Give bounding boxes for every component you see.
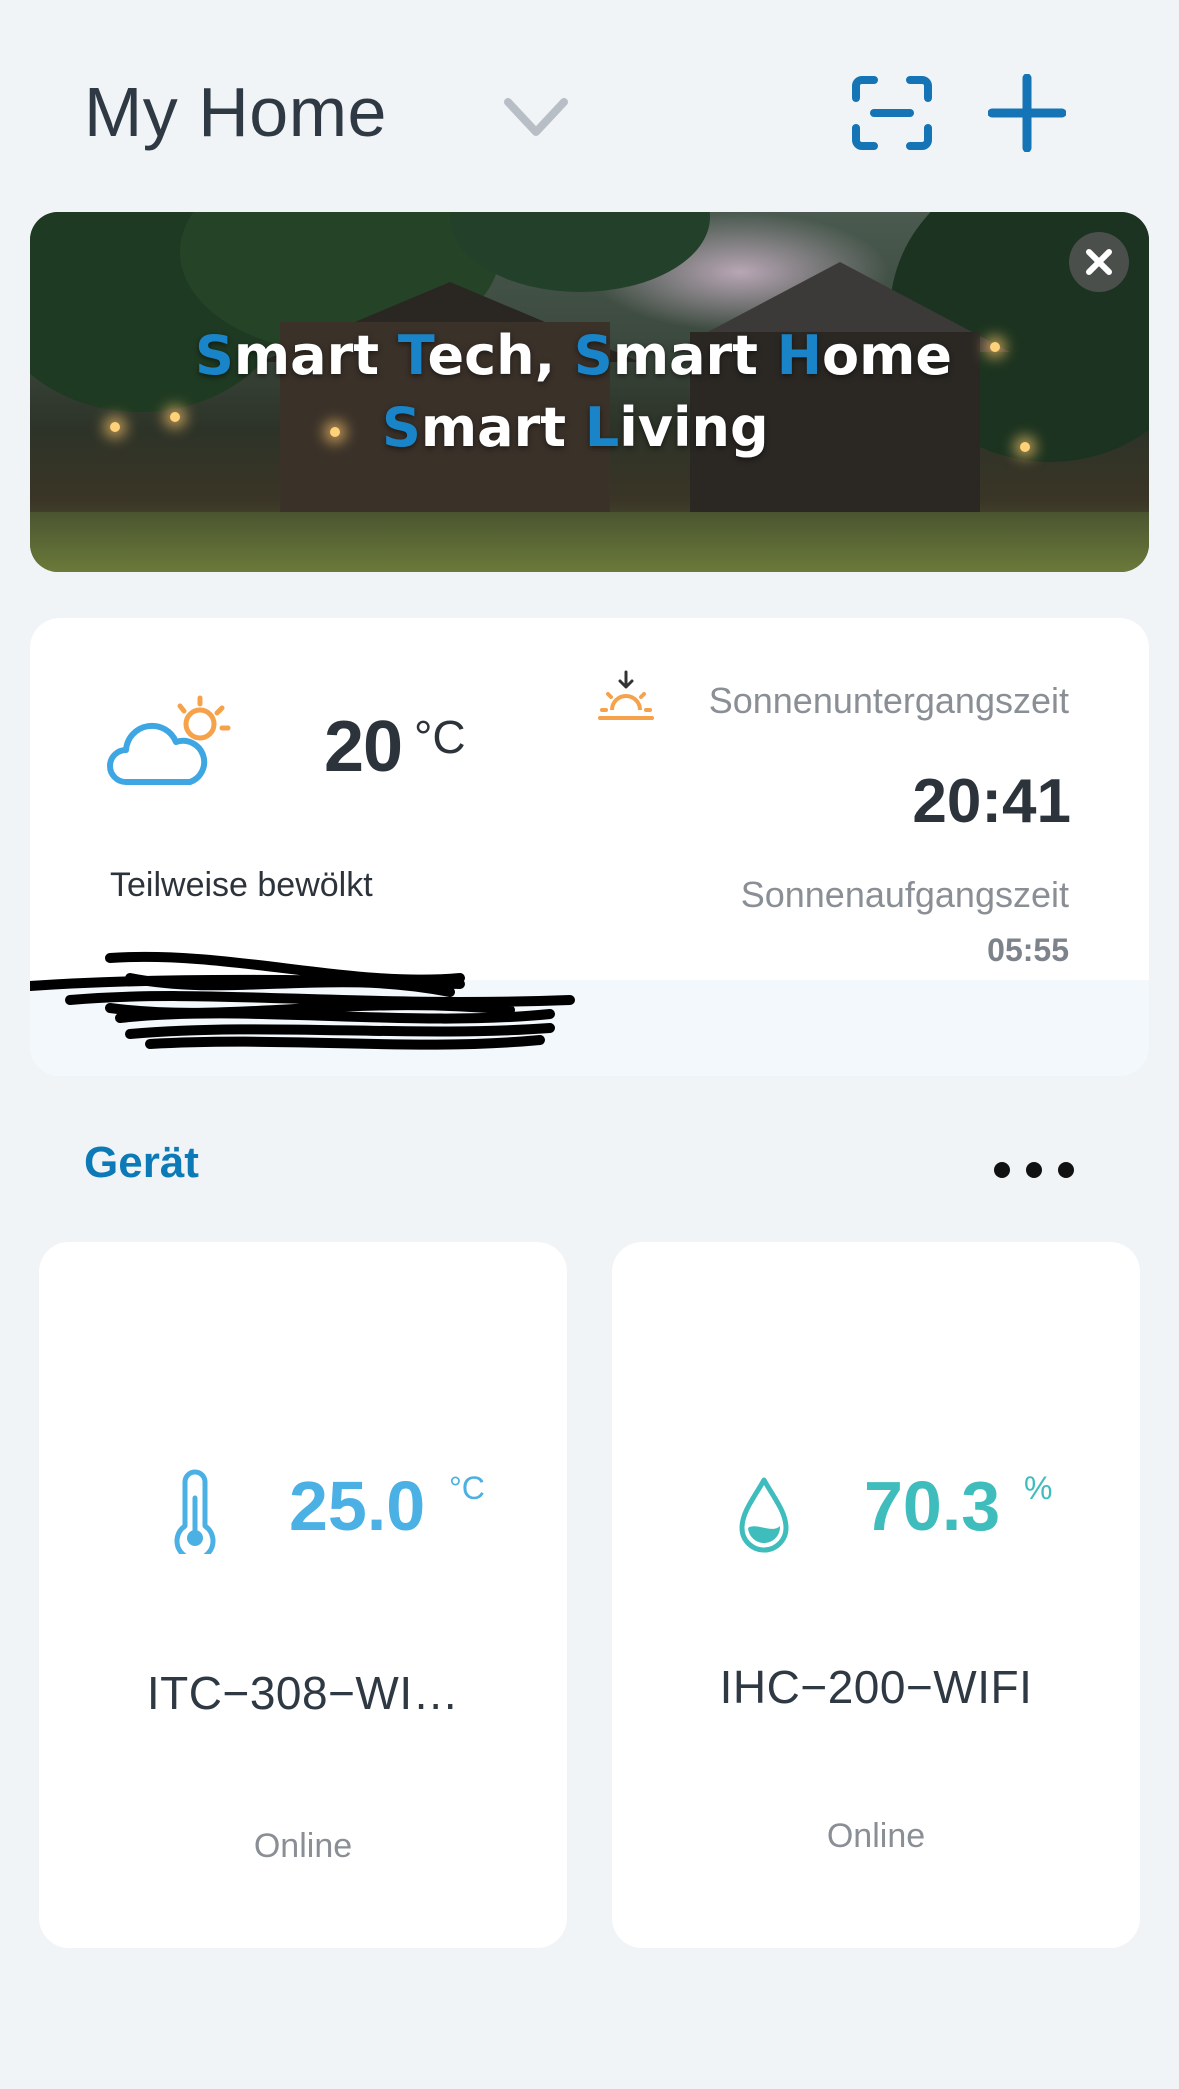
scan-icon[interactable] bbox=[852, 76, 932, 150]
banner-line-2: Smart Living bbox=[382, 392, 769, 464]
device-unit: °C bbox=[449, 1470, 485, 1506]
plus-icon[interactable] bbox=[988, 74, 1066, 152]
chevron-down-icon[interactable] bbox=[500, 92, 572, 144]
water-drop-icon bbox=[739, 1477, 789, 1553]
redacted-location-scribble bbox=[30, 951, 575, 1050]
weather-unit: °C bbox=[414, 711, 466, 763]
slogan-letter: T bbox=[397, 324, 428, 387]
device-value: 25.0 bbox=[289, 1467, 426, 1545]
thermometer-icon bbox=[174, 1469, 216, 1554]
dot bbox=[1026, 1162, 1042, 1178]
device-card[interactable]: 70.3 % IHC−200−WIFI Online bbox=[612, 1242, 1140, 1948]
slogan-text: ech, bbox=[427, 324, 574, 387]
device-value: 70.3 bbox=[864, 1467, 1001, 1545]
more-dots-icon[interactable] bbox=[990, 1158, 1080, 1182]
device-name: ITC−308−WI… bbox=[146, 1667, 460, 1719]
dot bbox=[994, 1162, 1010, 1178]
slogan-letter: L bbox=[584, 396, 620, 459]
slogan-text: iving bbox=[619, 396, 769, 459]
slogan-text: ome bbox=[821, 324, 952, 387]
promo-banner[interactable]: Smart Tech, Smart Home Smart Living bbox=[30, 212, 1149, 572]
weather-condition: Teilweise bewölkt bbox=[110, 866, 373, 904]
sunrise-label: Sonnenaufgangszeit bbox=[740, 874, 1069, 915]
device-unit: % bbox=[1024, 1470, 1053, 1506]
banner-light bbox=[990, 342, 1000, 352]
banner-light bbox=[170, 412, 180, 422]
weather-temperature: 20 bbox=[324, 707, 403, 787]
banner-line-1: Smart Tech, Smart Home bbox=[195, 320, 952, 392]
banner-light bbox=[110, 422, 120, 432]
sunset-icon bbox=[598, 670, 654, 720]
weather-card[interactable]: 20 °C Teilweise bewölkt Sonnenuntergangs… bbox=[30, 618, 1149, 1076]
sunset-time: 20:41 bbox=[912, 767, 1071, 836]
partly-cloudy-icon bbox=[107, 695, 231, 785]
banner-ground bbox=[30, 512, 1149, 572]
slogan-letter: H bbox=[776, 324, 822, 387]
close-icon[interactable] bbox=[1069, 232, 1129, 292]
device-card[interactable]: 25.0 °C ITC−308−WI… Online bbox=[39, 1242, 567, 1948]
home-title[interactable]: My Home bbox=[84, 72, 387, 152]
slogan-letter: S bbox=[195, 324, 234, 387]
sunset-label: Sonnenuntergangszeit bbox=[708, 680, 1069, 721]
slogan-letter: S bbox=[573, 324, 613, 387]
devices-section-title: Gerät bbox=[84, 1138, 199, 1187]
dot bbox=[1058, 1162, 1074, 1178]
banner-light bbox=[330, 427, 340, 437]
slogan-letter: S bbox=[382, 396, 421, 459]
device-status: Online bbox=[253, 1827, 353, 1865]
slogan-text: mart bbox=[612, 324, 777, 387]
banner-light bbox=[1020, 442, 1030, 452]
device-name: IHC−200−WIFI bbox=[719, 1661, 1033, 1713]
slogan-text: mart bbox=[420, 396, 585, 459]
header: My Home bbox=[0, 0, 1179, 200]
sunrise-time: 05:55 bbox=[987, 932, 1069, 968]
slogan-text: mart bbox=[233, 324, 398, 387]
device-status: Online bbox=[826, 1817, 926, 1855]
